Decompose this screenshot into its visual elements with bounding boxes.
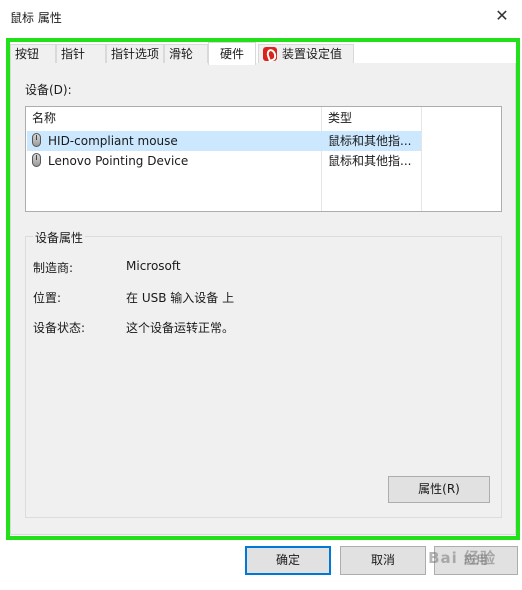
title-bar: 鼠标 属性 ✕ (0, 0, 522, 34)
ok-button[interactable]: 确定 (245, 546, 331, 575)
close-icon: ✕ (495, 5, 509, 25)
tab-hardware[interactable]: 硬件 (208, 42, 256, 65)
tab-label: 硬件 (219, 47, 244, 61)
window-title: 鼠标 属性 (10, 11, 62, 25)
cancel-button[interactable]: 取消 (340, 546, 426, 575)
highlight-frame (6, 38, 520, 540)
close-button[interactable]: ✕ (482, 0, 522, 30)
watermark: Bai 经验 (428, 549, 496, 567)
